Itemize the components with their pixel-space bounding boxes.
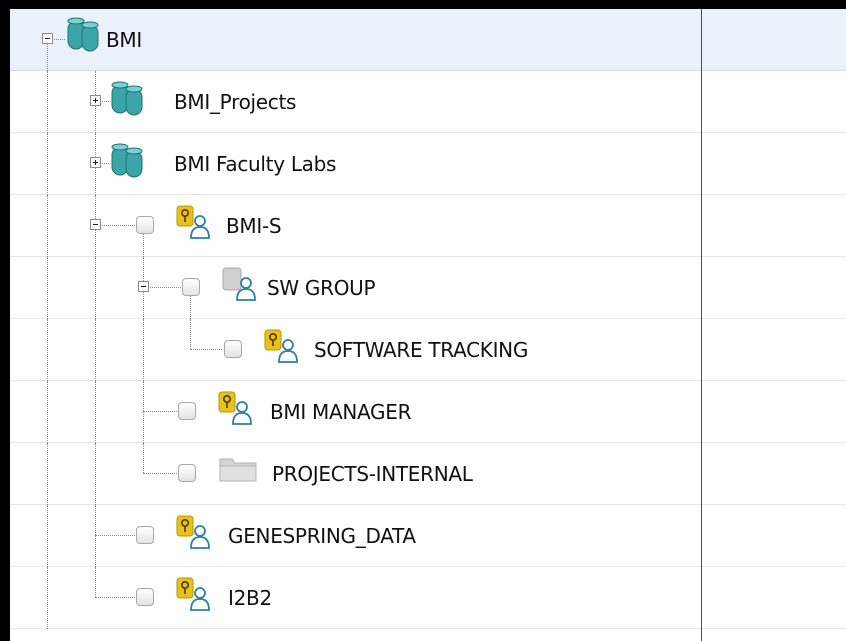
tree-node-label: I2B2	[228, 586, 272, 610]
tree-node-label: GENESPRING_DATA	[228, 524, 416, 548]
tree-view: BMI BMI_Projects BMI Faculty Labs BMI-S …	[10, 9, 846, 641]
node-checkbox[interactable]	[178, 402, 196, 420]
secure-group-icon	[176, 515, 210, 549]
collapse-toggle[interactable]	[90, 219, 101, 230]
tree-connector	[143, 231, 144, 257]
tree-connector	[190, 293, 191, 319]
column-divider	[701, 9, 702, 641]
tree-connector	[143, 381, 144, 443]
folder-icon	[219, 458, 257, 482]
tree-node-label: SOFTWARE TRACKING	[314, 338, 529, 362]
tree-node-label: BMI_Projects	[174, 90, 297, 114]
tree-connector	[95, 381, 96, 443]
tree-node-projects-internal[interactable]: PROJECTS-INTERNAL	[10, 443, 846, 505]
tree-connector	[95, 535, 135, 536]
tree-node-bmi-projects[interactable]: BMI_Projects	[10, 71, 846, 133]
tree-connector	[47, 567, 48, 629]
node-checkbox[interactable]	[136, 588, 154, 606]
tree-connector	[190, 319, 191, 349]
database-icon	[111, 143, 143, 178]
tree-connector	[190, 349, 222, 350]
tree-connector	[95, 567, 96, 597]
tree-node-bmi-manager[interactable]: BMI MANAGER	[10, 381, 846, 443]
tree-connector	[47, 195, 48, 257]
expand-toggle[interactable]	[90, 157, 101, 168]
tree-node-label: BMI	[106, 28, 142, 52]
secure-group-icon	[218, 391, 252, 425]
group-folder-icon	[222, 267, 256, 301]
tree-connector	[143, 319, 144, 381]
expand-toggle[interactable]	[90, 95, 101, 106]
secure-group-icon	[176, 205, 210, 239]
node-checkbox[interactable]	[224, 340, 242, 358]
tree-connector	[47, 443, 48, 505]
tree-connector	[47, 257, 48, 319]
database-icon	[67, 17, 99, 52]
secure-group-icon	[176, 577, 210, 611]
tree-node-label: SW GROUP	[267, 276, 376, 300]
collapse-toggle[interactable]	[138, 281, 149, 292]
secure-group-icon	[264, 329, 298, 363]
tree-node-sw-group[interactable]: SW GROUP	[10, 257, 846, 319]
tree-node-i2b2[interactable]: I2B2	[10, 567, 846, 629]
node-checkbox[interactable]	[136, 526, 154, 544]
tree-connector	[95, 257, 96, 319]
collapse-toggle[interactable]	[42, 33, 53, 44]
tree-connector	[143, 287, 183, 288]
tree-connector	[95, 505, 96, 567]
tree-connector	[47, 319, 48, 381]
tree-node-label: BMI-S	[226, 214, 282, 238]
tree-node-label: PROJECTS-INTERNAL	[272, 462, 473, 486]
tree-connector	[143, 443, 144, 473]
node-checkbox[interactable]	[178, 464, 196, 482]
tree-connector	[143, 411, 177, 412]
tree-node-genespring-data[interactable]: GENESPRING_DATA	[10, 505, 846, 567]
tree-node-software-tracking[interactable]: SOFTWARE TRACKING	[10, 319, 846, 381]
tree-connector	[95, 225, 135, 226]
tree-connector	[47, 133, 48, 195]
tree-node-bmi-s[interactable]: BMI-S	[10, 195, 846, 257]
tree-connector	[95, 597, 135, 598]
tree-connector	[47, 381, 48, 443]
tree-node-bmi-faculty-labs[interactable]: BMI Faculty Labs	[10, 133, 846, 195]
tree-node-bmi[interactable]: BMI	[10, 9, 846, 71]
tree-node-label: BMI Faculty Labs	[174, 152, 337, 176]
node-checkbox[interactable]	[136, 216, 154, 234]
database-icon	[111, 81, 143, 116]
node-checkbox[interactable]	[182, 278, 200, 296]
tree-connector	[47, 44, 48, 71]
tree-node-label: BMI MANAGER	[270, 400, 412, 424]
tree-connector	[47, 505, 48, 567]
tree-connector	[143, 473, 177, 474]
tree-connector	[47, 71, 48, 133]
tree-connector	[95, 443, 96, 505]
tree-connector	[95, 319, 96, 381]
